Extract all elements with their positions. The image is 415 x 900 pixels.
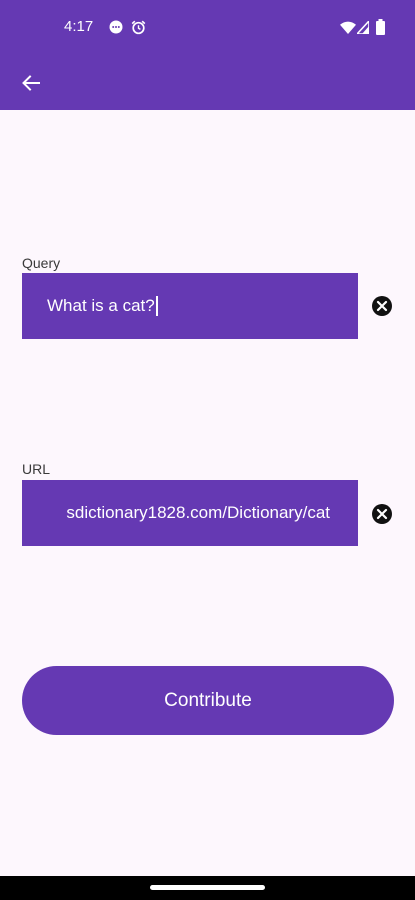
url-input[interactable]: sdictionary1828.com/Dictionary/cat: [22, 480, 358, 546]
query-value: What is a cat?: [47, 296, 155, 315]
clear-url-button[interactable]: [371, 503, 393, 525]
alarm-icon: [131, 20, 146, 35]
url-value: sdictionary1828.com/Dictionary/cat: [66, 503, 330, 522]
status-time: 4:17: [64, 18, 94, 35]
contribute-button[interactable]: Contribute: [22, 666, 394, 735]
clear-query-button[interactable]: [371, 295, 393, 317]
message-icon: [109, 20, 123, 34]
battery-icon: [376, 19, 385, 35]
text-cursor: [155, 296, 158, 316]
contribute-label: Contribute: [164, 689, 252, 711]
query-label: Query: [22, 255, 61, 271]
arrow-left-icon: [22, 75, 40, 91]
status-bar: 4:17: [0, 0, 415, 56]
navigation-bar: [0, 876, 415, 900]
back-button[interactable]: [12, 64, 50, 102]
app-bar: [0, 56, 415, 110]
url-label: URL: [22, 461, 51, 477]
signal-icon: [357, 21, 369, 34]
query-input[interactable]: What is a cat?: [22, 273, 358, 339]
wifi-icon: [340, 21, 356, 34]
home-gesture-handle[interactable]: [150, 885, 265, 890]
